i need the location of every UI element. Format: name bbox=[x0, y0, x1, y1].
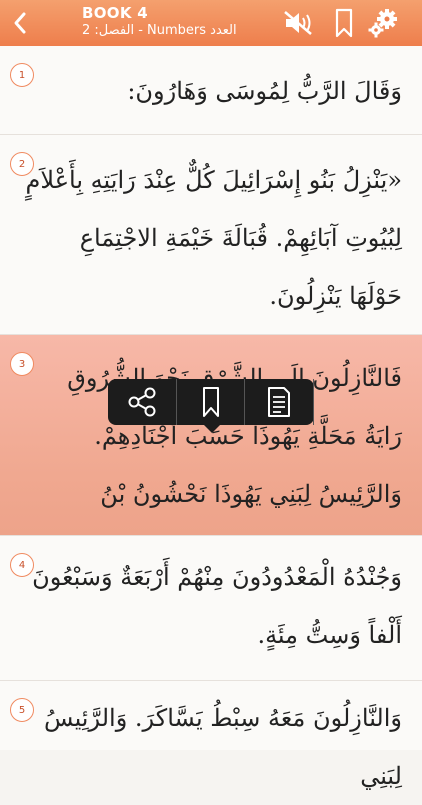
gear-icon bbox=[368, 9, 397, 38]
bookmark-icon bbox=[202, 387, 219, 417]
verse-text: وَجُنْدُهُ الْمَعْدُودُونَ مِنْهُمْ أَرْ… bbox=[32, 563, 402, 649]
bookmark-icon bbox=[335, 8, 353, 38]
bookmark-verse-button[interactable] bbox=[177, 379, 246, 425]
share-button[interactable] bbox=[108, 379, 177, 425]
verse-row[interactable]: 5 وَالنَّازِلُونَ مَعَهُ سِبْطُ يَسَّاكَ… bbox=[0, 681, 422, 790]
verse-row[interactable]: 4 وَجُنْدُهُ الْمَعْدُودُونَ مِنْهُمْ أَ… bbox=[0, 536, 422, 681]
mute-button[interactable] bbox=[280, 6, 316, 40]
verse-text: وَالنَّازِلُونَ مَعَهُ سِبْطُ يَسَّاكَرَ… bbox=[43, 704, 402, 790]
note-button[interactable] bbox=[245, 379, 315, 425]
note-icon bbox=[268, 387, 291, 417]
chapter-subtitle: العدد Numbers - الفصل: 2 bbox=[82, 23, 237, 38]
verse-text: وَقَالَ الرَّبُّ لِمُوسَى وَهَارُونَ: bbox=[127, 77, 402, 105]
speaker-mute-icon bbox=[284, 11, 312, 35]
verse-row[interactable]: 1 وَقَالَ الرَّبُّ لِمُوسَى وَهَارُونَ: bbox=[0, 46, 422, 135]
verse-action-popup bbox=[108, 379, 315, 433]
share-icon bbox=[128, 387, 156, 417]
book-title: BOOK 4 bbox=[82, 4, 149, 22]
title-block: BOOK 4 العدد Numbers - الفصل: 2 bbox=[82, 5, 252, 39]
back-button[interactable] bbox=[4, 6, 36, 40]
settings-button[interactable] bbox=[366, 6, 402, 40]
chevron-left-icon bbox=[14, 12, 26, 34]
bookmark-button[interactable] bbox=[331, 6, 357, 40]
top-bar: BOOK 4 العدد Numbers - الفصل: 2 bbox=[0, 0, 422, 46]
verse-text: «يَنْزِلُ بَنُو إِسْرَائِيلَ كُلٌّ عِنْد… bbox=[25, 166, 402, 310]
popup-pointer bbox=[204, 425, 220, 433]
verse-row-selected[interactable]: 3 فَالنَّازِلُونَ إِلَى الشَّرْقِ نَحْوَ… bbox=[0, 335, 422, 566]
verse-row[interactable]: 2 «يَنْزِلُ بَنُو إِسْرَائِيلَ كُلٌّ عِن… bbox=[0, 135, 422, 335]
